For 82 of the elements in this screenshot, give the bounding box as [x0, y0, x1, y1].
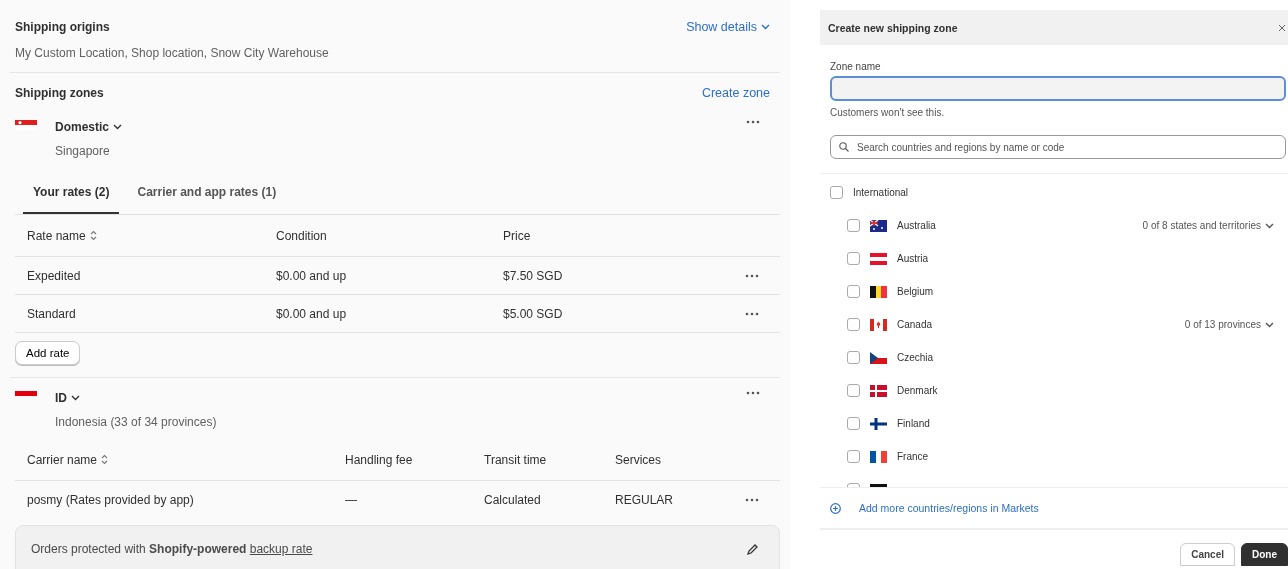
country-name: Finland: [897, 418, 930, 429]
close-icon[interactable]: [1278, 23, 1286, 32]
table-cell-text: Standard: [27, 306, 77, 321]
search-field[interactable]: Search countries and regions by name or code: [830, 135, 1286, 159]
zone-name[interactable]: Domestic: [55, 120, 110, 134]
pencil-icon[interactable]: [746, 542, 759, 556]
flag-icon: [870, 351, 887, 364]
chevron-down-icon: [113, 124, 123, 130]
backup-rate-link[interactable]: backup rate: [249, 542, 313, 556]
checkbox[interactable]: [847, 450, 860, 463]
country-name: Australia: [897, 220, 936, 231]
checkbox[interactable]: [847, 417, 860, 430]
chevron-down-icon: [1265, 321, 1274, 328]
tab[interactable]: Your rates (2): [23, 174, 120, 214]
checkbox-label: International: [853, 187, 909, 198]
chevron-down-icon: [71, 395, 80, 401]
flag-icon: [870, 417, 887, 430]
more-actions-icon[interactable]: [746, 391, 760, 395]
backup-rate-text: Orders protected with Shopify-powered backup rate: [31, 542, 313, 556]
flag-icon: [870, 285, 887, 298]
done-button[interactable]: Done: [1241, 543, 1288, 566]
flag-icon: [870, 318, 887, 331]
table-cell-text: REGULAR: [615, 493, 674, 507]
column-header: Handling fee: [345, 452, 413, 467]
section-title: Shipping origins: [15, 20, 110, 34]
checkbox[interactable]: [847, 318, 860, 331]
zone-region: Singapore: [55, 144, 111, 158]
country-name: Canada: [897, 319, 933, 330]
table-cell-text: Expedited: [27, 268, 82, 283]
chevron-down-icon: [1265, 222, 1274, 229]
section-title: Shipping zones: [15, 86, 104, 100]
subdivision-count[interactable]: 0 of 13 provinces: [1184, 319, 1261, 330]
origin-locations: My Custom Location, Shop location, Snow City Warehouse: [15, 46, 330, 60]
checkbox[interactable]: [847, 219, 860, 232]
column-header: Rate name: [27, 228, 86, 243]
checkbox[interactable]: [847, 351, 860, 364]
flag-icon: [870, 384, 887, 397]
table-cell-text: $5.00 SGD: [503, 306, 564, 321]
field-label: Zone name: [830, 61, 882, 72]
table-cell-text: —: [345, 493, 358, 507]
table-cell-text: $0.00 and up: [276, 306, 348, 321]
table-cell-text: posmy (Rates provided by app): [27, 493, 195, 507]
flag-icon: [870, 450, 887, 463]
zone-name[interactable]: ID: [55, 391, 67, 405]
zone-region: Indonesia (33 of 34 provinces): [55, 415, 218, 429]
cancel-button[interactable]: Cancel: [1180, 543, 1235, 566]
help-text: Customers won't see this.: [830, 107, 946, 118]
country-name: Czechia: [897, 352, 934, 363]
subdivision-count[interactable]: 0 of 8 states and territories: [1142, 220, 1261, 231]
tab[interactable]: Carrier and app rates (1): [127, 174, 287, 214]
add-rate-button[interactable]: Add rate: [15, 341, 81, 365]
flag-icon: [870, 219, 887, 232]
more-actions-icon[interactable]: [745, 498, 759, 502]
column-header: Carrier name: [27, 452, 98, 467]
dialog-title: Create new shipping zone: [828, 21, 958, 34]
create-zone-link[interactable]: Create zone: [701, 86, 770, 100]
country-name: Denmark: [897, 385, 938, 396]
table-cell-text: Calculated: [484, 493, 542, 507]
add-circle-icon[interactable]: [830, 502, 841, 514]
column-header: Condition: [276, 228, 327, 243]
more-actions-icon[interactable]: [745, 311, 759, 316]
chevron-down-icon: [761, 24, 770, 30]
country-name: France: [897, 451, 929, 462]
country-name: Belgium: [897, 286, 934, 297]
add-more-link[interactable]: Add more countries/regions in Markets: [859, 502, 1039, 514]
country-name: Austria: [897, 253, 929, 264]
column-header: Services: [615, 452, 661, 467]
checkbox[interactable]: [847, 252, 860, 265]
column-header: Transit time: [484, 452, 547, 467]
checkbox[interactable]: [830, 186, 843, 199]
checkbox[interactable]: [847, 285, 860, 298]
table-cell-text: $7.50 SGD: [503, 268, 564, 283]
sort-icon: [101, 454, 109, 465]
flag-icon: [870, 252, 887, 265]
more-actions-icon[interactable]: [745, 273, 759, 278]
sort-icon: [89, 230, 97, 241]
zone-name-input[interactable]: [830, 76, 1286, 101]
checkbox[interactable]: [847, 384, 860, 397]
table-cell-text: $0.00 and up: [276, 268, 348, 283]
show-details-link[interactable]: Show details: [686, 20, 770, 34]
more-actions-icon[interactable]: [746, 120, 760, 124]
column-header: Price: [503, 228, 531, 243]
